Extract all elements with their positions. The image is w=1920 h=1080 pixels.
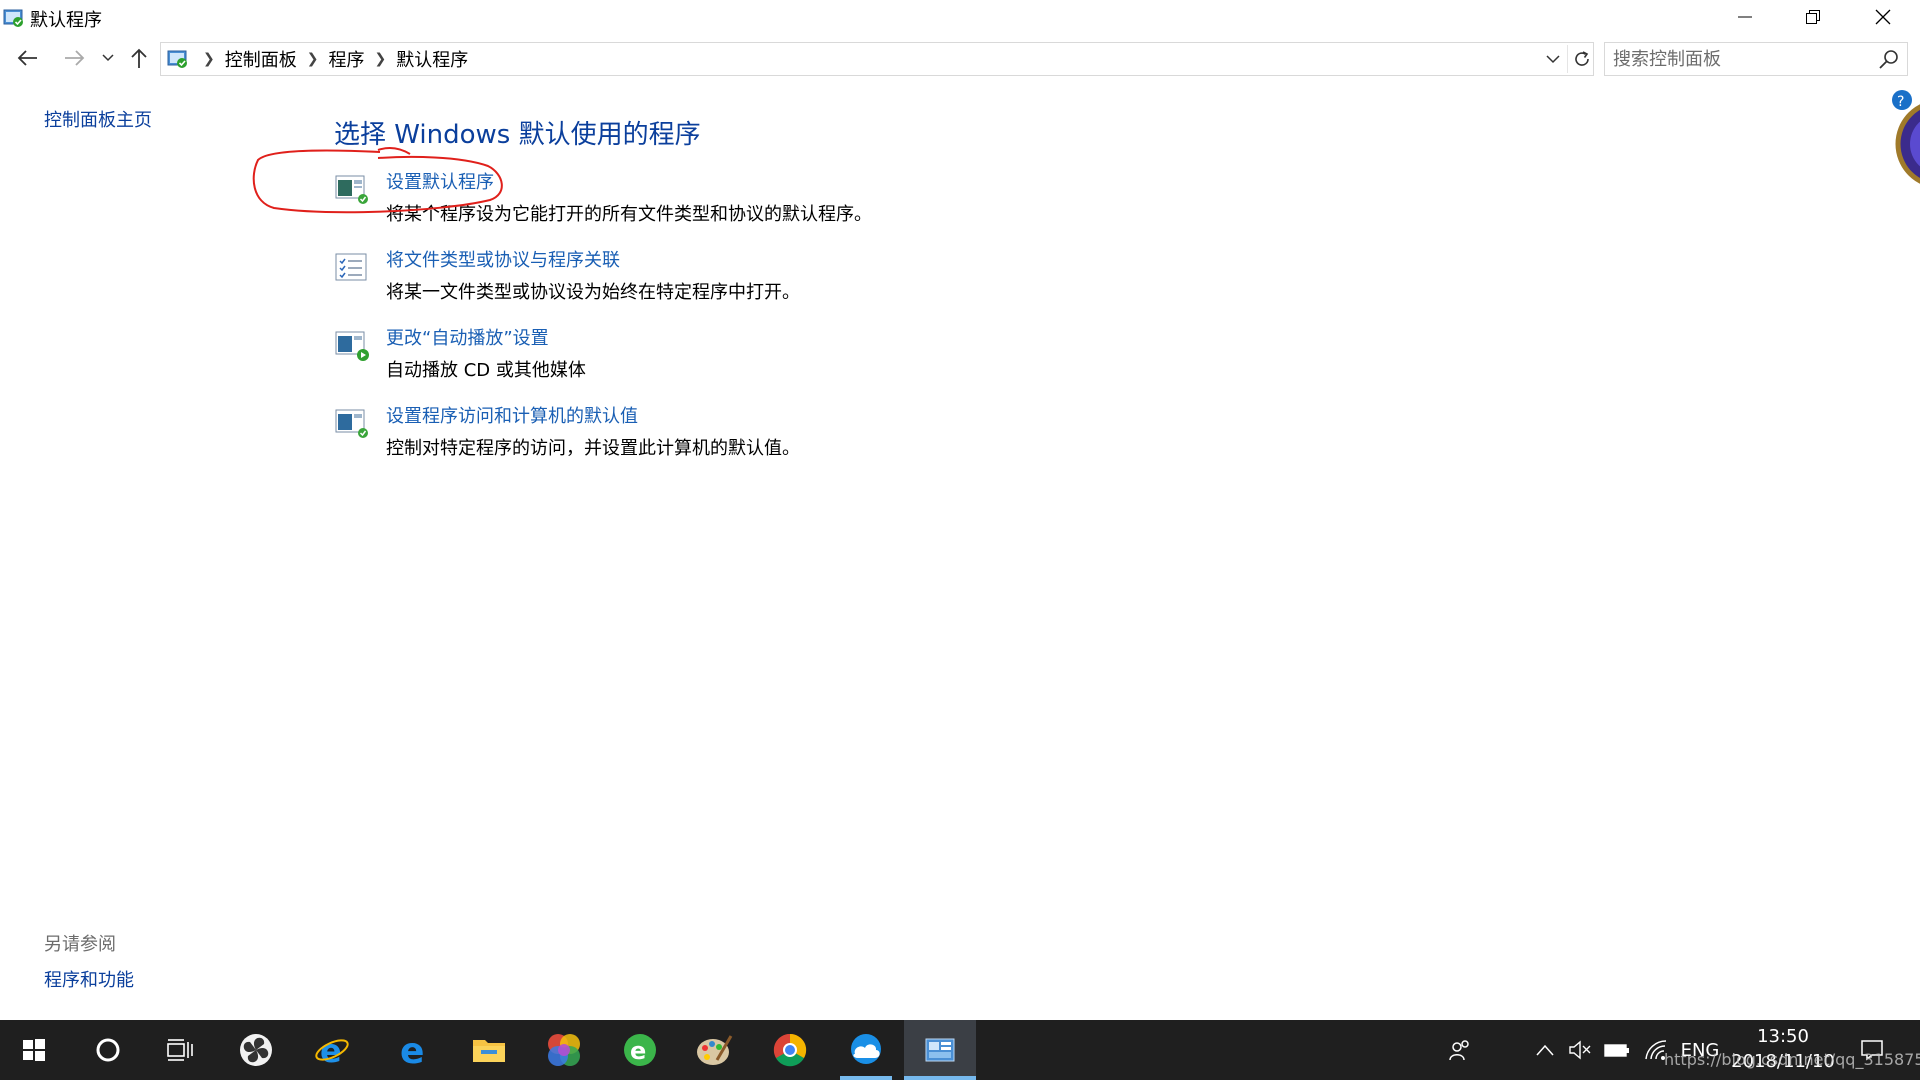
file-association-icon [335, 253, 367, 281]
control-panel-home-link[interactable]: 控制面板主页 [44, 106, 152, 132]
title-bar: 默认程序 [0, 0, 1920, 34]
watermark-text: https://blog.csdn.net/qq_31587525 [1664, 1050, 1920, 1069]
clock-time: 13:50 [1757, 1026, 1809, 1047]
svg-text:e: e [400, 1032, 424, 1068]
svg-text:?: ? [1897, 94, 1904, 110]
chevron-right-icon[interactable]: ❯ [203, 51, 215, 67]
restore-button[interactable] [1778, 0, 1848, 34]
forward-button[interactable] [58, 44, 90, 72]
page-title: 选择 Windows 默认使用的程序 [334, 120, 701, 150]
set-default-programs-link[interactable]: 设置默认程序 [386, 168, 494, 194]
chevron-up-icon [1536, 1044, 1554, 1056]
show-hidden-icons-button[interactable] [1530, 1020, 1560, 1080]
breadcrumb: ❯ 控制面板 ❯ 程序 ❯ 默认程序 [193, 43, 468, 75]
search-input[interactable] [1613, 43, 1873, 75]
autoplay-settings-link[interactable]: 更改“自动播放”设置 [386, 324, 549, 350]
svg-text:e: e [630, 1037, 646, 1065]
taskbar-app-control-panel[interactable] [904, 1020, 976, 1080]
green-e-browser-icon: e [624, 1034, 656, 1066]
svg-text:e: e [320, 1032, 342, 1068]
arrow-left-icon [17, 50, 37, 66]
taskbar-app-ie[interactable]: e [298, 1020, 366, 1080]
back-button[interactable] [12, 44, 44, 72]
program-access-defaults-link[interactable]: 设置程序访问和计算机的默认值 [386, 402, 638, 428]
battery-button[interactable] [1600, 1020, 1634, 1080]
restore-icon [1806, 10, 1820, 24]
internet-explorer-icon: e [315, 1032, 349, 1068]
chevron-down-icon [102, 54, 114, 62]
control-panel-icon [3, 9, 23, 27]
chevron-right-icon[interactable]: ❯ [374, 51, 386, 67]
taskbar-app-paint[interactable] [680, 1020, 748, 1080]
programs-and-features-link[interactable]: 程序和功能 [44, 966, 134, 992]
taskbar-app-pinwheel[interactable] [222, 1020, 290, 1080]
refresh-button[interactable] [1567, 45, 1595, 73]
color-wheel-icon [548, 1034, 580, 1066]
close-button[interactable] [1848, 0, 1918, 34]
task-autoplay: 更改“自动播放”设置 自动播放 CD 或其他媒体 [334, 324, 1234, 386]
search-icon[interactable] [1877, 48, 1901, 72]
pinwheel-app-icon [240, 1034, 272, 1066]
arrow-right-icon [65, 50, 85, 66]
task-program-access: 设置程序访问和计算机的默认值 控制对特定程序的访问，并设置此计算机的默认值。 [334, 402, 1234, 464]
people-button[interactable] [1442, 1020, 1478, 1080]
start-button[interactable] [0, 1020, 68, 1080]
chevron-down-icon [1546, 54, 1560, 63]
breadcrumb-default-programs[interactable]: 默认程序 [396, 46, 468, 72]
task-file-association: 将文件类型或协议与程序关联 将某一文件类型或协议设为始终在特定程序中打开。 [334, 246, 1234, 308]
refresh-icon [1574, 51, 1589, 66]
task-description: 控制对特定程序的访问，并设置此计算机的默认值。 [386, 438, 800, 459]
address-bar[interactable]: ❯ 控制面板 ❯ 程序 ❯ 默认程序 [160, 42, 1594, 76]
minimize-button[interactable] [1710, 0, 1780, 34]
breadcrumb-programs[interactable]: 程序 [328, 46, 364, 72]
cloud-app-icon [851, 1034, 881, 1064]
navigation-bar: ❯ 控制面板 ❯ 程序 ❯ 默认程序 [0, 40, 1920, 76]
cortana-button[interactable] [74, 1020, 142, 1080]
people-icon [1449, 1040, 1469, 1061]
task-description: 将某个程序设为它能打开的所有文件类型和协议的默认程序。 [386, 204, 872, 225]
control-panel-icon [925, 1038, 955, 1062]
breadcrumb-control-panel[interactable]: 控制面板 [225, 46, 297, 72]
task-view-button[interactable] [146, 1020, 214, 1080]
file-association-link[interactable]: 将文件类型或协议与程序关联 [386, 246, 620, 272]
up-button[interactable] [124, 44, 154, 72]
arrow-up-icon [131, 48, 147, 68]
speaker-muted-icon [1569, 1040, 1591, 1060]
search-box[interactable] [1604, 42, 1908, 76]
taskbar-app-photos[interactable] [530, 1020, 598, 1080]
taskbar-app-chrome[interactable] [756, 1020, 824, 1080]
cortana-circle-icon [96, 1038, 120, 1062]
task-description: 将某一文件类型或协议设为始终在特定程序中打开。 [386, 282, 800, 303]
address-dropdown-button[interactable] [1541, 47, 1565, 71]
see-also-heading: 另请参阅 [44, 934, 116, 955]
close-icon [1875, 9, 1891, 25]
paint-palette-icon [697, 1035, 733, 1065]
taskbar-app-qq-browser[interactable] [832, 1020, 900, 1080]
taskbar-app-file-explorer[interactable] [455, 1020, 523, 1080]
taskbar-app-360-browser[interactable]: e [606, 1020, 674, 1080]
task-set-default-programs: 设置默认程序 将某个程序设为它能打开的所有文件类型和协议的默认程序。 [334, 168, 1234, 230]
volume-button[interactable] [1564, 1020, 1596, 1080]
chevron-right-icon[interactable]: ❯ [307, 51, 319, 67]
taskbar: e e e ENG 13:50 2018/11/10 [0, 1020, 1920, 1080]
default-programs-icon [335, 175, 368, 204]
task-description: 自动播放 CD 或其他媒体 [386, 360, 586, 381]
battery-icon [1604, 1044, 1629, 1057]
autoplay-icon [335, 331, 369, 361]
minimize-icon [1738, 16, 1752, 18]
chrome-icon [773, 1033, 807, 1067]
taskbar-app-edge[interactable]: e [380, 1020, 448, 1080]
recent-locations-button[interactable] [98, 44, 118, 72]
help-icon[interactable]: ? [1884, 88, 1920, 188]
task-view-icon [167, 1039, 193, 1061]
window-title: 默认程序 [30, 10, 102, 31]
folder-icon [473, 1040, 505, 1062]
windows-logo-icon [23, 1039, 45, 1061]
program-access-icon [335, 409, 368, 438]
control-panel-icon [167, 50, 187, 68]
edge-browser-icon: e [400, 1032, 424, 1068]
